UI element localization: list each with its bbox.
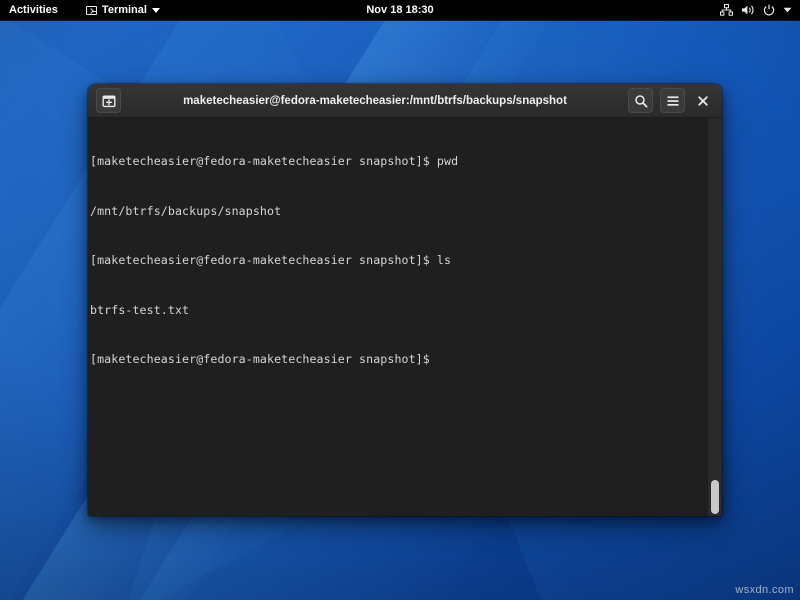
network-icon[interactable] [720, 4, 733, 16]
hamburger-menu-icon [666, 95, 680, 107]
gnome-top-panel: Activities Terminal Nov 18 18:30 [0, 0, 800, 20]
search-icon [634, 94, 648, 108]
terminal-icon [86, 6, 97, 15]
terminal-line: [maketecheasier@fedora-maketecheasier sn… [90, 351, 722, 368]
power-icon[interactable] [763, 4, 775, 16]
new-tab-button[interactable] [96, 88, 121, 113]
titlebar-actions [628, 88, 714, 113]
app-menu-terminal[interactable]: Terminal [79, 0, 167, 20]
new-tab-icon [102, 94, 116, 108]
terminal-output: [maketecheasier@fedora-maketecheasier sn… [90, 120, 722, 401]
close-icon [697, 95, 709, 107]
terminal-line: [maketecheasier@fedora-maketecheasier sn… [90, 252, 722, 269]
system-tray[interactable] [720, 0, 800, 20]
chevron-down-icon [152, 8, 160, 13]
chevron-down-icon[interactable] [783, 7, 792, 13]
app-menu-label: Terminal [102, 4, 147, 16]
activities-button[interactable]: Activities [0, 0, 67, 20]
screen: Activities Terminal Nov 18 18:30 [0, 0, 800, 600]
terminal-line: btrfs-test.txt [90, 302, 722, 319]
close-button[interactable] [692, 90, 714, 112]
volume-icon[interactable] [741, 4, 755, 16]
terminal-line: [maketecheasier@fedora-maketecheasier sn… [90, 153, 722, 170]
terminal-body[interactable]: [maketecheasier@fedora-maketecheasier sn… [88, 118, 722, 516]
scrollbar-thumb[interactable] [711, 480, 719, 514]
menu-button[interactable] [660, 88, 685, 113]
window-title: maketecheasier@fedora-maketecheasier:/mn… [138, 95, 612, 107]
clock-label[interactable]: Nov 18 18:30 [366, 4, 433, 16]
search-button[interactable] [628, 88, 653, 113]
terminal-window[interactable]: maketecheasier@fedora-maketecheasier:/mn… [88, 84, 722, 516]
terminal-titlebar[interactable]: maketecheasier@fedora-maketecheasier:/mn… [88, 84, 722, 118]
terminal-line: /mnt/btrfs/backups/snapshot [90, 203, 722, 220]
terminal-scrollbar[interactable] [708, 118, 722, 516]
